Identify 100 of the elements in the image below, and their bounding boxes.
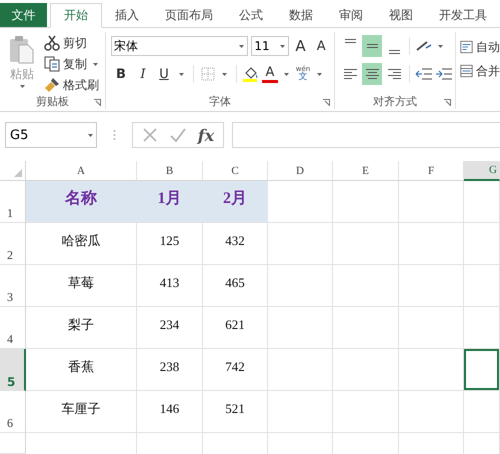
ribbon-tab[interactable]: 页面布局 bbox=[152, 3, 226, 27]
empty-cell[interactable] bbox=[268, 307, 333, 349]
caret-icon bbox=[222, 72, 227, 76]
table-cell: 234 bbox=[160, 316, 180, 332]
empty-cell[interactable] bbox=[464, 223, 500, 265]
caret-icon bbox=[280, 44, 285, 48]
group-label: 剪贴板 bbox=[36, 94, 69, 109]
table-cell: 梨子 bbox=[68, 316, 94, 334]
table-cell: 521 bbox=[225, 400, 245, 416]
row-header[interactable]: 6 bbox=[0, 391, 26, 433]
cut-button[interactable]: 剪切 bbox=[44, 34, 101, 52]
table-cell: 432 bbox=[225, 232, 245, 248]
indent-icon bbox=[435, 67, 453, 81]
empty-cell[interactable] bbox=[399, 391, 464, 433]
select-all-corner[interactable] bbox=[0, 161, 26, 181]
ribbon-tab[interactable]: 数据 bbox=[276, 3, 326, 27]
table-cell: 238 bbox=[160, 358, 180, 374]
empty-cell[interactable] bbox=[399, 181, 464, 223]
table-cell: 香蕉 bbox=[68, 358, 94, 376]
ribbon-tab[interactable]: 开始 bbox=[50, 3, 102, 28]
italic-button[interactable]: I bbox=[134, 64, 152, 84]
table-cell: 草莓 bbox=[68, 274, 94, 292]
empty-cell[interactable] bbox=[333, 181, 399, 223]
brush-icon bbox=[44, 77, 60, 93]
launcher-icon bbox=[444, 99, 451, 106]
name-box[interactable]: G5 bbox=[5, 122, 97, 148]
caret-icon bbox=[93, 62, 98, 66]
align-lines-icon bbox=[344, 69, 356, 79]
empty-cell[interactable] bbox=[268, 223, 333, 265]
empty-cell[interactable] bbox=[333, 223, 399, 265]
shrink-font-button[interactable]: A bbox=[312, 36, 330, 56]
column-title: 名称 bbox=[65, 188, 97, 209]
table-cell: 125 bbox=[160, 232, 180, 248]
column-title: 2月 bbox=[223, 189, 247, 209]
empty-cell[interactable] bbox=[399, 223, 464, 265]
underline-button[interactable]: U bbox=[155, 64, 173, 84]
table-cell: 车厘子 bbox=[62, 400, 100, 418]
group-label: 对齐方式 bbox=[373, 94, 417, 108]
empty-cell[interactable] bbox=[333, 307, 399, 349]
merge-button[interactable]: 合并 bbox=[460, 62, 500, 80]
empty-cell[interactable] bbox=[399, 349, 464, 391]
ribbon-tab[interactable]: 插入 bbox=[102, 3, 152, 27]
caret-icon bbox=[317, 72, 322, 76]
font-name-field[interactable]: 宋体 bbox=[111, 36, 248, 56]
font-size-field[interactable]: 11 bbox=[251, 36, 289, 56]
wrap-text-button[interactable]: 自动 bbox=[460, 38, 500, 56]
empty-cell[interactable] bbox=[333, 391, 399, 433]
ribbon-tab[interactable]: 审阅 bbox=[326, 3, 376, 27]
empty-cell[interactable] bbox=[399, 265, 464, 307]
table-cell: 742 bbox=[225, 358, 245, 374]
empty-cell[interactable] bbox=[464, 391, 500, 433]
caret-icon bbox=[88, 134, 93, 136]
row-header[interactable] bbox=[0, 433, 26, 454]
middle-align-button[interactable] bbox=[362, 35, 382, 57]
active-cell[interactable] bbox=[464, 349, 500, 391]
empty-cell[interactable] bbox=[268, 265, 333, 307]
row-header[interactable]: 3 bbox=[0, 265, 26, 307]
align-lines-icon bbox=[388, 50, 400, 54]
center-align-button[interactable] bbox=[362, 63, 382, 85]
grow-font-button[interactable]: A bbox=[292, 36, 310, 56]
ribbon-tab[interactable]: 公式 bbox=[226, 3, 276, 27]
ribbon-tab[interactable]: 开发工具 bbox=[426, 3, 500, 27]
wrap-text-icon bbox=[460, 39, 473, 55]
column-header[interactable]: D bbox=[268, 161, 333, 181]
group-label: 字体 bbox=[209, 94, 231, 108]
close-icon bbox=[142, 127, 158, 143]
table-cell: 哈密瓜 bbox=[62, 232, 100, 250]
empty-cell[interactable] bbox=[333, 265, 399, 307]
ribbon-tab[interactable]: 视图 bbox=[376, 3, 426, 27]
grip-icon bbox=[113, 129, 116, 141]
paint-bucket-icon bbox=[243, 66, 259, 82]
empty-cell[interactable] bbox=[464, 265, 500, 307]
font-color-button[interactable]: A bbox=[262, 66, 278, 82]
caret-icon bbox=[179, 72, 184, 76]
align-lines-icon bbox=[388, 69, 400, 79]
clipboard-icon bbox=[9, 36, 35, 64]
column-header[interactable]: E bbox=[333, 161, 399, 181]
empty-cell[interactable] bbox=[268, 391, 333, 433]
table-cell: 465 bbox=[225, 274, 245, 290]
empty-cell[interactable] bbox=[464, 307, 500, 349]
formula-input-field[interactable] bbox=[232, 122, 500, 148]
format-painter-button[interactable]: 格式刷 bbox=[44, 76, 101, 94]
table-cell: 146 bbox=[160, 400, 180, 416]
row-header[interactable]: 5 bbox=[0, 349, 26, 391]
empty-cell[interactable] bbox=[333, 349, 399, 391]
table-cell: 621 bbox=[225, 316, 245, 332]
indent-icon bbox=[415, 67, 433, 81]
launcher-icon bbox=[323, 99, 330, 106]
align-lines-icon bbox=[366, 69, 378, 79]
column-header[interactable]: G bbox=[464, 161, 500, 181]
empty-cell[interactable] bbox=[399, 307, 464, 349]
caret-icon bbox=[284, 72, 289, 76]
empty-cell[interactable] bbox=[268, 349, 333, 391]
copy-icon bbox=[44, 56, 60, 72]
copy-button[interactable]: 复制 bbox=[44, 55, 101, 73]
caret-icon bbox=[239, 44, 244, 48]
bold-button[interactable]: B bbox=[111, 64, 131, 84]
row-header[interactable]: 2 bbox=[0, 223, 26, 265]
check-icon bbox=[169, 127, 187, 143]
file-tab[interactable]: 文件 bbox=[0, 3, 47, 27]
